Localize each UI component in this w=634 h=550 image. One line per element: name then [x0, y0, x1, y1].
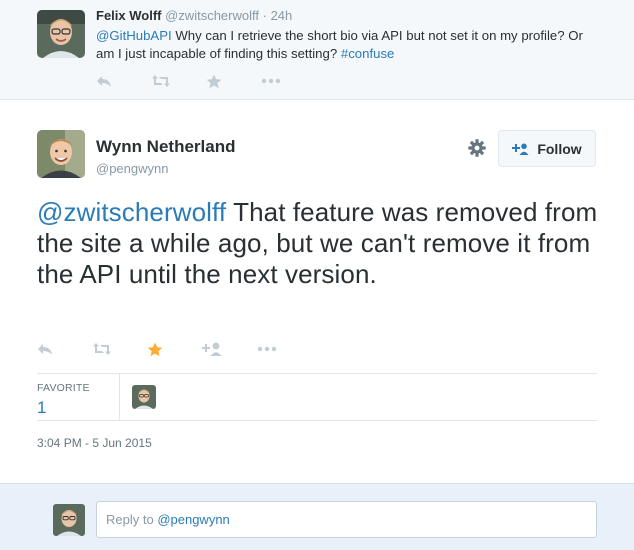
reply-input[interactable]: Reply to @pengwynn [96, 501, 597, 538]
retweet-icon[interactable] [92, 340, 147, 358]
favorite-stat[interactable]: FAVORITE 1 [37, 382, 90, 418]
author-handle[interactable]: @pengwynn [96, 161, 168, 176]
reply-placeholder-prefix: Reply to [106, 512, 158, 527]
reply-icon[interactable] [37, 340, 92, 358]
parent-author-handle[interactable]: @zwitscherwolff [165, 8, 259, 23]
favorite-icon[interactable] [206, 72, 261, 90]
parent-tweet-time[interactable]: 24h [271, 8, 293, 23]
main-tweet: Wynn Netherland @pengwynn Follow @zwitsc… [0, 101, 634, 483]
follow-icon[interactable] [202, 340, 257, 358]
hashtag-link[interactable]: #confuse [341, 46, 395, 61]
reply-box: Reply to @pengwynn [0, 483, 634, 550]
stats-divider [119, 374, 120, 420]
wynn-avatar[interactable] [37, 130, 85, 178]
felix-avatar[interactable] [37, 10, 85, 58]
gear-icon[interactable] [467, 138, 487, 158]
tweet-text: @zwitscherwolff That feature was removed… [37, 197, 607, 290]
favorite-stat-label: FAVORITE [37, 382, 90, 394]
parent-tweet[interactable]: Felix Wolff @zwitscherwolff · 24h @GitHu… [0, 0, 634, 100]
parent-tweet-text: @GitHubAPI Why can I retrieve the short … [96, 27, 596, 63]
separator-dot: · [262, 8, 267, 23]
current-user-avatar [53, 504, 85, 536]
tweet-actions [37, 340, 312, 358]
more-icon[interactable] [261, 72, 316, 90]
author-name[interactable]: Wynn Netherland [96, 137, 235, 157]
follow-user-icon [512, 143, 529, 155]
mention-link[interactable]: @GitHubAPI [96, 28, 172, 43]
parent-tweet-actions [96, 72, 316, 90]
favoriter-avatar[interactable] [132, 385, 156, 409]
parent-tweet-header: Felix Wolff @zwitscherwolff · 24h [96, 8, 292, 23]
favorite-icon-active[interactable] [147, 340, 202, 358]
reply-icon[interactable] [96, 72, 151, 90]
reply-placeholder-handle: @pengwynn [157, 512, 230, 527]
favorite-stat-count[interactable]: 1 [37, 398, 90, 418]
follow-label: Follow [537, 140, 582, 157]
mention-link[interactable]: @zwitscherwolff [37, 197, 226, 227]
follow-button[interactable]: Follow [498, 130, 596, 167]
more-icon[interactable] [257, 340, 312, 358]
parent-author-name[interactable]: Felix Wolff [96, 8, 161, 23]
retweet-icon[interactable] [151, 72, 206, 90]
tweet-timestamp[interactable]: 3:04 PM - 5 Jun 2015 [37, 436, 152, 450]
tweet-stats: FAVORITE 1 [37, 373, 597, 421]
